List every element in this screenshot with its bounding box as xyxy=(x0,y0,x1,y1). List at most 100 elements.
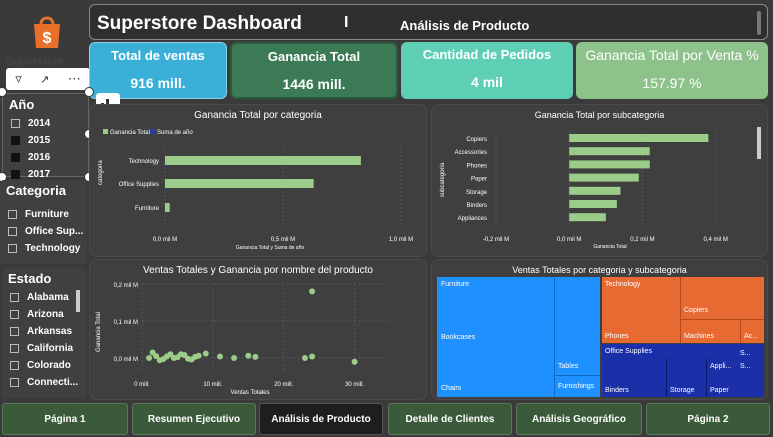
kpi-value: 4 mil xyxy=(471,74,503,90)
nav-tab[interactable]: Detalle de Clientes xyxy=(388,403,512,435)
nav-tab[interactable]: Resumen Ejecutivo xyxy=(132,403,256,435)
filter-icon[interactable]: ▿ xyxy=(15,71,22,87)
bar xyxy=(165,188,167,191)
nav-tab[interactable]: Análisis Geográfico xyxy=(516,403,642,435)
kpi-label: Ganancia Total por Venta % xyxy=(585,47,759,63)
treemap-furniture[interactable]: Furniture Bookcases Chairs Tables Furnis… xyxy=(437,277,600,397)
treemap-label: Storage xyxy=(670,387,695,394)
visual-toolbar: ▿ ↗ ⋯ xyxy=(6,68,90,90)
bar xyxy=(165,165,167,168)
y-tick-label: Appliances xyxy=(458,216,487,222)
slicer-option[interactable]: 2015 xyxy=(3,132,88,149)
scatter-point xyxy=(231,355,238,361)
x-axis-label: Ventas Totales xyxy=(231,390,270,396)
option-label: California xyxy=(27,343,74,354)
nav-tab[interactable]: Página 2 xyxy=(646,403,770,435)
scatter-point xyxy=(216,353,223,360)
svg-text:$: $ xyxy=(43,30,52,47)
treemap-technology[interactable]: Technology Phones Copiers Machines Ac... xyxy=(602,277,764,343)
slicer-option[interactable]: Alabama xyxy=(2,289,87,306)
treemap-label: Furnishings xyxy=(558,383,595,390)
treemap-label: Machines xyxy=(684,333,714,340)
more-options-icon[interactable]: ⋯ xyxy=(68,71,81,87)
resize-handle[interactable] xyxy=(84,87,94,97)
kpi-value: 916 mill. xyxy=(130,75,186,91)
slicer-option[interactable]: Arizona xyxy=(2,306,87,323)
category-bar-svg: Ganancia Total Suma de año categoria Gan… xyxy=(98,129,413,251)
scatter-point xyxy=(163,353,170,360)
x-tick-label: 0 mill. xyxy=(134,382,150,388)
bar xyxy=(165,156,361,165)
checkbox[interactable] xyxy=(11,136,20,145)
checkbox[interactable] xyxy=(10,344,19,353)
page-title: Superstore Dashboard xyxy=(97,13,302,34)
scatter-point xyxy=(301,355,308,361)
treemap-divider xyxy=(554,277,555,397)
checkbox[interactable] xyxy=(10,378,19,387)
scatter-point xyxy=(149,349,156,356)
focus-mode-icon[interactable]: ↗ xyxy=(40,73,49,86)
y-tick-label: Furniture xyxy=(135,206,160,212)
treemap-label: Appli... xyxy=(710,363,732,370)
nav-tab[interactable]: Análisis de Producto xyxy=(259,403,383,435)
y-tick-label: 0,0 mil M xyxy=(114,357,138,363)
treemap-divider xyxy=(666,358,667,397)
slicer-option[interactable]: Connecti... xyxy=(2,374,87,391)
checkbox[interactable] xyxy=(10,361,19,370)
option-label: 2017 xyxy=(28,169,51,180)
treemap-label: Ac... xyxy=(744,333,759,340)
slicer-option[interactable]: 2014 xyxy=(3,115,88,132)
checkbox[interactable] xyxy=(10,327,19,336)
kpi-total-profit: Ganancia Total 1446 mill. xyxy=(230,42,398,99)
year-slicer: Año 2014 2015 2016 2017 xyxy=(2,93,89,180)
y-tick-label: Paper xyxy=(471,177,487,183)
checkbox[interactable] xyxy=(10,293,19,302)
slicer-option[interactable]: 2016 xyxy=(3,149,88,166)
scrollbar[interactable] xyxy=(757,127,761,159)
treemap-label: S... xyxy=(740,350,751,357)
y-tick-label: Binders xyxy=(467,203,487,209)
slicer-option[interactable]: Office Sup... xyxy=(0,223,87,240)
bar xyxy=(569,147,650,156)
option-label: Office Sup... xyxy=(25,226,84,237)
checkbox[interactable] xyxy=(10,310,19,319)
option-label: Furniture xyxy=(25,209,69,220)
bar xyxy=(569,173,639,182)
scrollbar[interactable] xyxy=(76,290,80,312)
scrollbar[interactable] xyxy=(757,11,761,35)
slicer-option[interactable]: Technology xyxy=(0,240,87,257)
x-tick-label: 0,2 mil M xyxy=(630,237,654,243)
treemap-label: Binders xyxy=(605,387,629,394)
y-axis-label: subcategoria xyxy=(440,162,446,197)
scatter-point xyxy=(177,351,184,358)
option-label: 2016 xyxy=(28,152,51,163)
bar xyxy=(569,160,650,169)
checkbox[interactable] xyxy=(11,153,20,162)
slicer-option[interactable]: Furniture xyxy=(0,206,87,223)
slicer-option[interactable]: Colorado xyxy=(2,357,87,374)
category-slicer: Categoria Furniture Office Sup... Techno… xyxy=(0,180,87,264)
nav-tab[interactable]: Página 1 xyxy=(2,403,128,435)
bar xyxy=(165,212,167,215)
option-label: Colorado xyxy=(27,360,71,371)
checkbox[interactable] xyxy=(8,210,17,219)
slicer-option[interactable]: California xyxy=(2,340,87,357)
y-tick-label: Accessories xyxy=(455,150,487,156)
checkbox[interactable] xyxy=(11,170,20,179)
treemap-chart: Ventas Totales por categoria y subcatego… xyxy=(431,259,768,400)
treemap-label: Office Supplies xyxy=(605,348,652,355)
title-separator: I xyxy=(344,14,349,31)
legend-item: Suma de año xyxy=(157,130,193,136)
checkbox[interactable] xyxy=(8,227,17,236)
slicer-option[interactable]: Arkansas xyxy=(2,323,87,340)
checkbox[interactable] xyxy=(11,119,20,128)
checkbox[interactable] xyxy=(8,244,17,253)
legend-item: Ganancia Total xyxy=(110,130,150,136)
bar xyxy=(569,213,606,222)
treemap-label: S... xyxy=(740,363,751,370)
treemap-office-supplies[interactable]: Office Supplies Binders Storage Appli...… xyxy=(602,344,764,397)
y-tick-label: 0,2 mil M xyxy=(114,283,138,289)
treemap-divider xyxy=(740,319,741,343)
x-tick-label: 0,5 mil M xyxy=(271,237,295,243)
treemap-divider xyxy=(706,358,707,397)
